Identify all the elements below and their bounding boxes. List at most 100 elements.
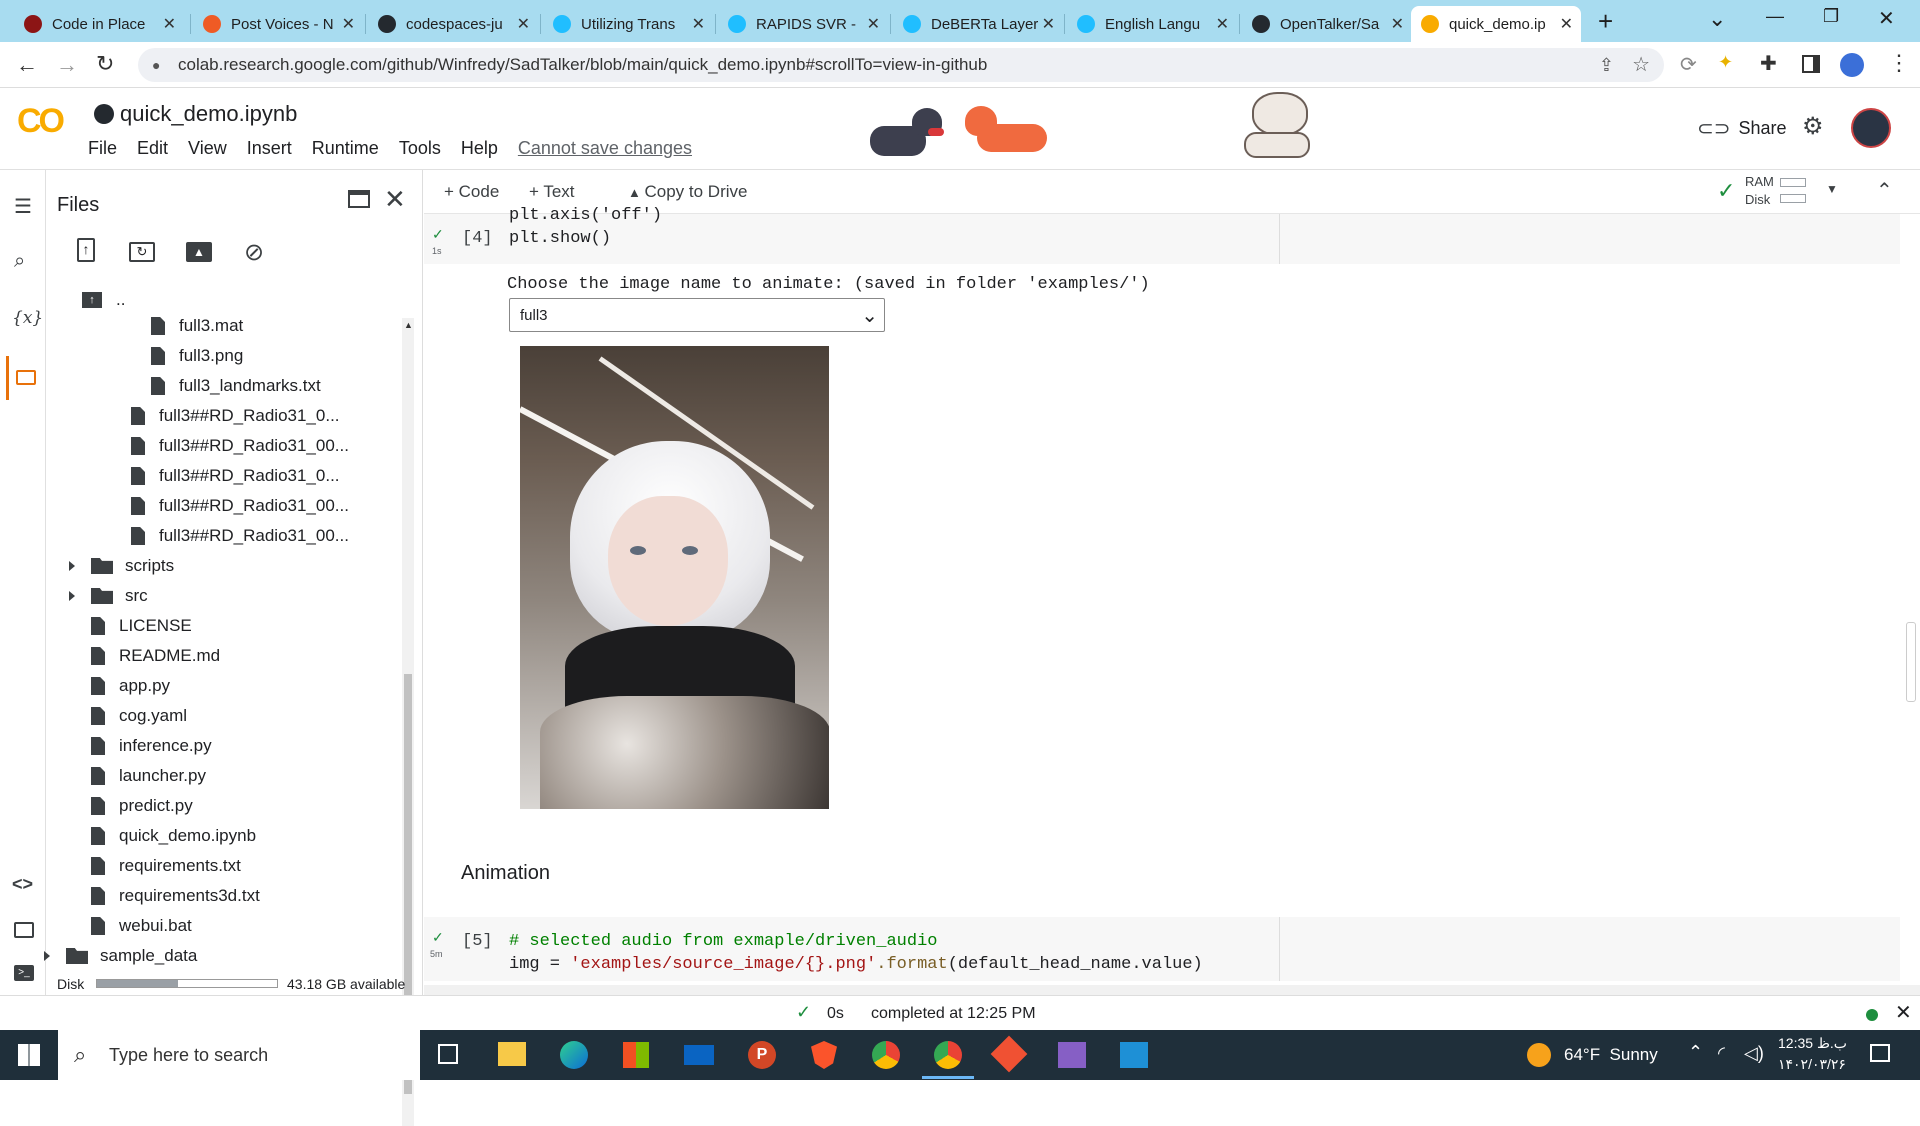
cannot-save-link[interactable]: Cannot save changes xyxy=(518,138,692,159)
store-icon[interactable] xyxy=(623,1042,649,1068)
file-item[interactable]: launcher.py xyxy=(91,762,206,790)
url-field[interactable]: ● colab.research.google.com/github/Winfr… xyxy=(138,48,1664,82)
code-snippets-icon[interactable]: <> xyxy=(12,874,33,895)
chrome-icon[interactable] xyxy=(872,1041,900,1069)
file-item[interactable]: full3##RD_Radio31_00... xyxy=(131,492,349,520)
notifications-icon[interactable] xyxy=(1870,1044,1890,1062)
browser-tab[interactable]: quick_demo.ip ✕ xyxy=(1411,6,1581,42)
chrome-active-icon[interactable] xyxy=(934,1041,962,1069)
upload-file-icon[interactable]: ↑ xyxy=(77,238,95,262)
browser-tab[interactable]: Post Voices - N ✕ xyxy=(193,6,363,42)
clock-date[interactable]: ۱۴۰۲/۰۳/۲۶ xyxy=(1778,1056,1846,1073)
refresh-folder-icon[interactable]: ↻ xyxy=(129,242,155,262)
file-item[interactable]: predict.py xyxy=(91,792,193,820)
file-item[interactable]: quick_demo.ipynb xyxy=(91,822,256,850)
expand-arrow-icon[interactable] xyxy=(69,561,75,571)
command-palette-icon[interactable] xyxy=(14,922,34,938)
menu-insert[interactable]: Insert xyxy=(247,138,292,159)
menu-tools[interactable]: Tools xyxy=(399,138,441,159)
file-item[interactable]: full3.png xyxy=(151,342,243,370)
bookmark-star-icon[interactable]: ☆ xyxy=(1632,48,1650,82)
browser-tab[interactable]: Code in Place ✕ xyxy=(14,6,184,42)
forward-icon[interactable]: → xyxy=(56,52,78,78)
browser-tab[interactable]: DeBERTa Layer ✕ xyxy=(893,6,1063,42)
variables-icon[interactable]: {x} xyxy=(12,308,43,328)
folder-item[interactable]: sample_data xyxy=(44,942,197,970)
wifi-icon[interactable]: ◜ xyxy=(1718,1043,1725,1064)
add-code-button[interactable]: + Code xyxy=(444,182,499,202)
site-info-icon[interactable]: ● xyxy=(152,48,160,82)
code-cell-4[interactable]: ✓ 1s [4] plt.axis('off') plt.show() xyxy=(424,206,1900,264)
share-page-icon[interactable]: ⇪ xyxy=(1599,48,1614,82)
parent-folder[interactable]: ↑ .. xyxy=(82,286,125,314)
photos-icon[interactable] xyxy=(1120,1042,1148,1068)
copy-to-drive-button[interactable]: ▲ Copy to Drive xyxy=(628,182,747,202)
browser-tab[interactable]: RAPIDS SVR - ✕ xyxy=(718,6,888,42)
volume-icon[interactable]: ◁) xyxy=(1744,1043,1764,1064)
folder-icon[interactable] xyxy=(16,370,36,385)
extensions-puzzle-icon[interactable]: ✚ xyxy=(1760,51,1777,76)
taskbar-search-box[interactable]: ⌕ Type here to search xyxy=(58,1030,420,1080)
notebook-title[interactable]: quick_demo.ipynb xyxy=(120,101,297,127)
close-window-icon[interactable]: ✕ xyxy=(1878,6,1895,31)
visual-studio-icon[interactable] xyxy=(1058,1042,1086,1068)
file-item[interactable]: LICENSE xyxy=(91,612,192,640)
file-item[interactable]: full3.mat xyxy=(151,312,243,340)
file-item[interactable]: full3##RD_Radio31_0... xyxy=(131,402,340,430)
notebook-h-scrollbar[interactable] xyxy=(424,985,1920,995)
file-item[interactable]: webui.bat xyxy=(91,912,192,940)
settings-gear-icon[interactable]: ⚙ xyxy=(1802,112,1824,141)
git-icon[interactable] xyxy=(990,1035,1028,1073)
share-button[interactable]: ⊂⊃ Share xyxy=(1697,116,1787,141)
menu-runtime[interactable]: Runtime xyxy=(312,138,379,159)
code-cell-5[interactable]: ✓ 5m [5] # selected audio from exmaple/d… xyxy=(424,917,1900,981)
close-tab-icon[interactable]: ✕ xyxy=(342,14,355,34)
close-tab-icon[interactable]: ✕ xyxy=(867,14,880,34)
close-tab-icon[interactable]: ✕ xyxy=(1391,14,1404,34)
collapse-header-icon[interactable]: ⌃ xyxy=(1876,178,1893,203)
folder-item[interactable]: src xyxy=(69,582,148,610)
add-text-button[interactable]: + Text xyxy=(529,182,575,202)
terminal-icon[interactable]: >_ xyxy=(14,965,34,981)
browser-tab[interactable]: English Langu ✕ xyxy=(1067,6,1237,42)
file-item[interactable]: requirements.txt xyxy=(91,852,241,880)
close-tab-icon[interactable]: ✕ xyxy=(163,14,176,34)
clock-time[interactable]: 12:35 ب.ظ xyxy=(1778,1035,1847,1052)
toc-icon[interactable]: ☰ xyxy=(14,194,32,219)
weather-text[interactable]: 64°F Sunny xyxy=(1564,1045,1658,1065)
mail-icon[interactable] xyxy=(684,1045,714,1065)
expand-arrow-icon[interactable] xyxy=(69,591,75,601)
file-item[interactable]: full3##RD_Radio31_00... xyxy=(131,432,349,460)
close-tab-icon[interactable]: ✕ xyxy=(692,14,705,34)
brave-icon[interactable] xyxy=(811,1041,837,1069)
tab-search-icon[interactable]: ⌄ xyxy=(1708,6,1726,32)
file-item[interactable]: inference.py xyxy=(91,732,212,760)
menu-edit[interactable]: Edit xyxy=(137,138,168,159)
close-tab-icon[interactable]: ✕ xyxy=(1560,14,1573,34)
colab-logo[interactable]: CO xyxy=(17,102,65,141)
expand-arrow-icon[interactable] xyxy=(44,951,50,961)
scroll-up-icon[interactable]: ▲ xyxy=(404,320,413,330)
close-panel-icon[interactable]: ✕ xyxy=(384,184,406,215)
search-icon[interactable]: ⌕ xyxy=(14,250,25,273)
close-tab-icon[interactable]: ✕ xyxy=(1216,14,1229,34)
side-panel-icon[interactable] xyxy=(1802,55,1820,73)
folder-item[interactable]: scripts xyxy=(69,552,174,580)
open-in-tab-icon[interactable] xyxy=(348,190,370,208)
browser-tab[interactable]: OpenTalker/Sa ✕ xyxy=(1242,6,1412,42)
profile-avatar[interactable] xyxy=(1840,53,1864,77)
sync-extension-icon[interactable]: ⟳ xyxy=(1680,52,1697,77)
image-name-dropdown[interactable]: full3 ⌄ xyxy=(509,298,885,332)
powerpoint-icon[interactable]: P xyxy=(748,1041,776,1069)
close-status-icon[interactable]: ✕ xyxy=(1895,1000,1912,1025)
back-icon[interactable]: ← xyxy=(16,52,38,78)
resources-dropdown-icon[interactable]: ▼ xyxy=(1826,182,1838,196)
mount-drive-icon[interactable]: ▲ xyxy=(186,242,212,262)
menu-view[interactable]: View xyxy=(188,138,227,159)
close-tab-icon[interactable]: ✕ xyxy=(1042,14,1055,34)
task-view-icon[interactable] xyxy=(438,1044,458,1064)
user-avatar[interactable] xyxy=(1851,108,1891,148)
browser-tab[interactable]: Utilizing Trans ✕ xyxy=(543,6,713,42)
new-tab-icon[interactable]: + xyxy=(1598,6,1613,37)
hide-files-icon[interactable]: ⊘ xyxy=(244,238,264,267)
